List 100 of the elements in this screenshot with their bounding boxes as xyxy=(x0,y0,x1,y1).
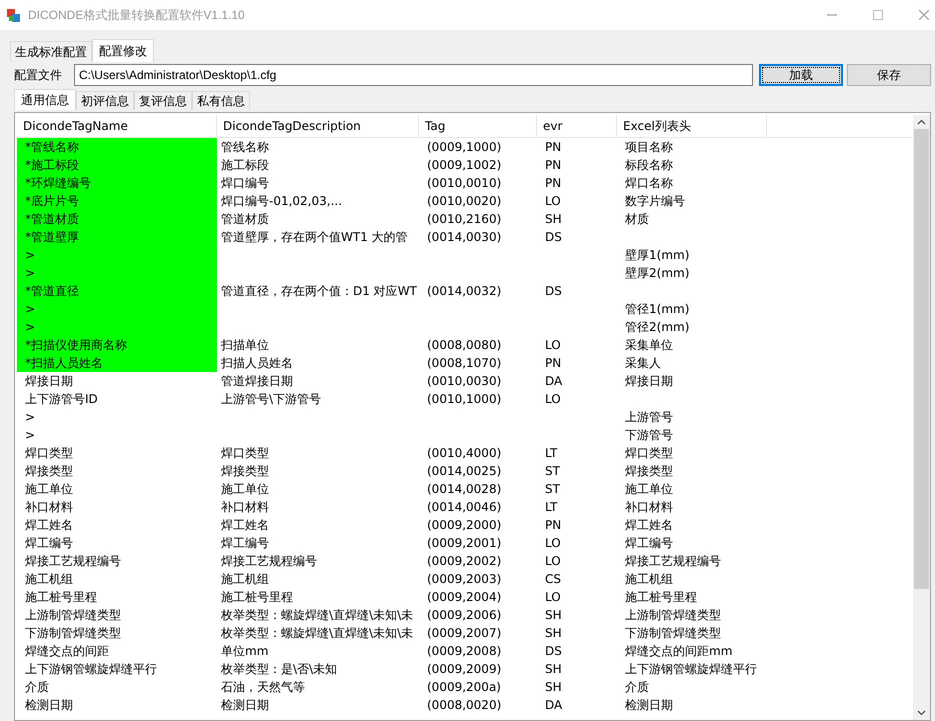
tag-cell: (0009,2004) xyxy=(427,590,502,604)
evr-cell: LO xyxy=(545,338,561,352)
column-header[interactable]: evr xyxy=(537,115,617,137)
evr-cell: PN xyxy=(545,356,562,370)
tag-name-cell: 上下游钢管螺旋焊缝平行 xyxy=(25,662,157,676)
tag-description-cell: 枚举类型：螺旋焊缝\直焊缝\未知\未 xyxy=(221,608,414,622)
tag-name-cell: 上游制管焊缝类型 xyxy=(25,608,121,622)
tag-cell: (0009,2003) xyxy=(427,572,502,586)
evr-cell: LO xyxy=(545,536,561,550)
excel-header-cell: 管径1(mm) xyxy=(625,302,690,316)
excel-header-cell: 上游制管焊缝类型 xyxy=(625,608,721,622)
load-button[interactable]: 加载 xyxy=(759,64,844,86)
tab[interactable]: 配置修改 xyxy=(92,39,154,62)
tag-cell: (0009,2008) xyxy=(427,644,502,658)
tab[interactable]: 通用信息 xyxy=(14,89,76,110)
tag-description-cell: 管道壁厚，存在两个值WT1 大的管 xyxy=(221,230,408,244)
evr-cell: DA xyxy=(545,698,562,712)
tag-name-cell: 焊口类型 xyxy=(25,446,73,460)
evr-cell: CS xyxy=(545,572,561,586)
evr-cell: LO xyxy=(545,590,561,604)
column-header[interactable]: Excel列表头 xyxy=(617,115,767,137)
tag-name-cell: 补口材料 xyxy=(25,500,73,514)
tag-name-cell: 施工桩号里程 xyxy=(25,590,97,604)
tag-description-cell: 施工单位 xyxy=(221,482,269,496)
tag-name-cell: *底片片号 xyxy=(25,194,79,208)
excel-header-cell: 焊缝交点的间距mm xyxy=(625,644,732,658)
tag-name-cell: > xyxy=(25,266,36,280)
tab[interactable]: 生成标准配置 xyxy=(10,41,92,62)
column-header[interactable]: DicondeTagDescription xyxy=(217,115,419,137)
evr-cell: PN xyxy=(545,176,562,190)
tag-description-cell: 管道直径，存在两个值：D1 对应WT xyxy=(221,284,417,298)
tag-cell: (0009,2001) xyxy=(427,536,502,550)
tab[interactable]: 初评信息 xyxy=(76,91,134,110)
tag-description-cell: 上游管号\下游管号 xyxy=(221,392,322,406)
evr-cell: ST xyxy=(545,482,560,496)
config-file-field[interactable]: C:\Users\Administrator\Desktop\1.cfg xyxy=(74,64,754,86)
tag-description-cell: 焊口类型 xyxy=(221,446,269,460)
tag-cell: (0009,2002) xyxy=(427,554,502,568)
excel-header-cell: 壁厚2(mm) xyxy=(625,266,690,280)
evr-cell: ST xyxy=(545,464,560,478)
tag-name-cell: *管线名称 xyxy=(25,140,79,154)
tag-name-cell: 焊接日期 xyxy=(25,374,73,388)
excel-header-cell: 施工单位 xyxy=(625,482,673,496)
tag-name-cell: *扫描人员姓名 xyxy=(25,356,103,370)
tab[interactable]: 复评信息 xyxy=(134,91,192,110)
excel-header-cell: 检测日期 xyxy=(625,698,673,712)
tag-cell: (0014,0030) xyxy=(427,230,502,244)
excel-header-cell: 施工机组 xyxy=(625,572,673,586)
excel-header-cell: 下游管号 xyxy=(625,428,673,442)
evr-cell: SH xyxy=(545,662,562,676)
scroll-up-icon[interactable] xyxy=(917,119,926,125)
tag-description-cell: 施工机组 xyxy=(221,572,269,586)
save-button[interactable]: 保存 xyxy=(847,64,931,86)
tag-name-cell: 施工单位 xyxy=(25,482,73,496)
column-header[interactable]: DicondeTagName xyxy=(17,115,217,137)
excel-header-cell: 上游管号 xyxy=(625,410,673,424)
excel-header-cell: 材质 xyxy=(625,212,649,226)
tag-description-cell: 施工桩号里程 xyxy=(221,590,293,604)
tag-cell: (0014,0046) xyxy=(427,500,502,514)
maximize-icon[interactable] xyxy=(873,10,883,20)
excel-header-cell: 焊工姓名 xyxy=(625,518,673,532)
tag-cell: (0014,0028) xyxy=(427,482,502,496)
tag-description-cell: 单位mm xyxy=(221,644,268,658)
scrollbar[interactable] xyxy=(913,115,930,720)
tag-description-cell: 焊口编号 xyxy=(221,176,269,190)
tag-name-cell: 焊接工艺规程编号 xyxy=(25,554,121,568)
excel-header-cell: 下游制管焊缝类型 xyxy=(625,626,721,640)
tag-cell: (0010,0010) xyxy=(427,176,502,190)
tag-description-cell: 焊工编号 xyxy=(221,536,269,550)
excel-header-cell: 数字片编号 xyxy=(625,194,685,208)
tag-cell: (0009,200a) xyxy=(427,680,501,694)
evr-cell: PN xyxy=(545,140,562,154)
tag-name-cell: *管道壁厚 xyxy=(25,230,79,244)
window-title: DICONDE格式批量转换配置软件V1.1.10 xyxy=(28,6,245,24)
evr-cell: DS xyxy=(545,230,562,244)
excel-header-cell: 施工桩号里程 xyxy=(625,590,697,604)
tag-cell: (0009,2000) xyxy=(427,518,502,532)
scroll-down-icon[interactable] xyxy=(917,710,926,716)
column-header[interactable]: Tag xyxy=(419,115,537,137)
evr-cell: DA xyxy=(545,374,562,388)
tag-name-cell: > xyxy=(25,410,36,424)
tag-description-cell: 焊接工艺规程编号 xyxy=(221,554,317,568)
excel-header-cell: 焊接类型 xyxy=(625,464,673,478)
app-icon xyxy=(6,7,22,23)
tag-name-cell: 焊工编号 xyxy=(25,536,73,550)
excel-header-cell: 焊工编号 xyxy=(625,536,673,550)
excel-header-cell: 焊口名称 xyxy=(625,176,673,190)
tag-cell: (0008,0080) xyxy=(427,338,502,352)
tab[interactable]: 私有信息 xyxy=(192,91,250,110)
evr-cell: LO xyxy=(545,194,561,208)
tag-description-cell: 石油，天然气等 xyxy=(221,680,305,694)
excel-header-cell: 补口材料 xyxy=(625,500,673,514)
tag-cell: (0010,0020) xyxy=(427,194,502,208)
excel-header-cell: 上下游钢管螺旋焊缝平行 xyxy=(625,662,757,676)
tag-cell: (0010,2160) xyxy=(427,212,502,226)
tag-name-cell: 施工机组 xyxy=(25,572,73,586)
evr-cell: LO xyxy=(545,392,561,406)
close-icon[interactable] xyxy=(919,10,929,20)
tag-cell: (0010,0030) xyxy=(427,374,502,388)
tag-cell: (0010,4000) xyxy=(427,446,502,460)
